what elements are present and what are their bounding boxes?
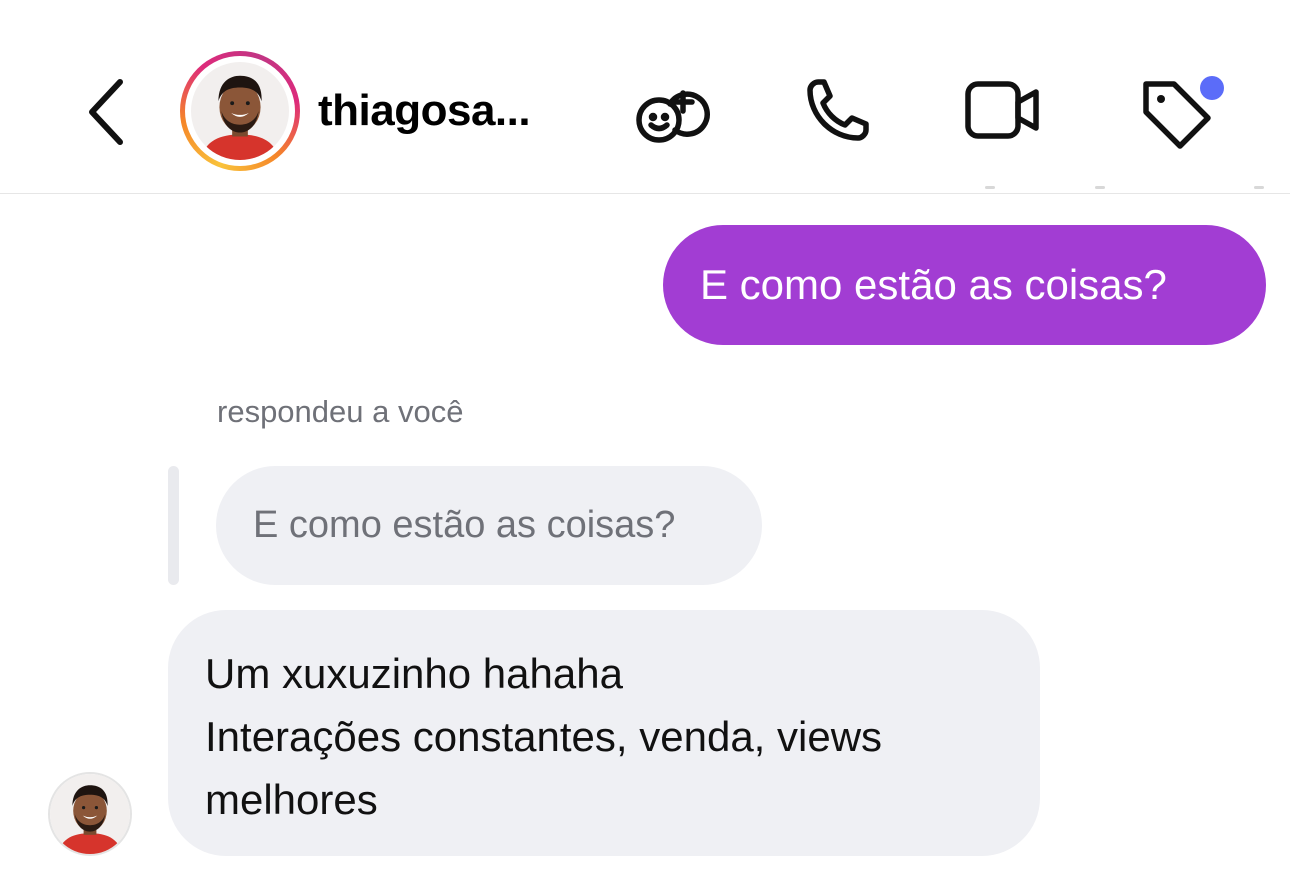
video-camera-icon[interactable]: [962, 72, 1042, 152]
notification-dot: [1200, 76, 1224, 100]
username[interactable]: thiagosa...: [318, 86, 531, 136]
quoted-message[interactable]: E como estão as coisas?: [216, 466, 762, 585]
conversation-header: thiagosa...: [0, 0, 1290, 194]
outgoing-message[interactable]: E como estão as coisas?: [663, 225, 1266, 345]
message-line: Um xuxuzinho hahaha: [205, 650, 623, 697]
chevron-left-icon[interactable]: [80, 72, 140, 152]
sender-avatar[interactable]: [48, 772, 132, 856]
divider: [1254, 186, 1264, 189]
phone-icon[interactable]: [796, 72, 876, 152]
incoming-message[interactable]: Um xuxuzinho hahaha Interações constante…: [168, 610, 1040, 856]
message-line: melhores: [205, 776, 378, 823]
reply-indicator-bar: [168, 466, 179, 585]
reply-caption: respondeu a você: [217, 394, 464, 429]
divider: [1095, 186, 1105, 189]
message-line: Interações constantes, venda, views: [205, 713, 883, 760]
profile-avatar[interactable]: [180, 51, 300, 171]
add-people-icon[interactable]: [632, 72, 712, 152]
divider: [985, 186, 995, 189]
